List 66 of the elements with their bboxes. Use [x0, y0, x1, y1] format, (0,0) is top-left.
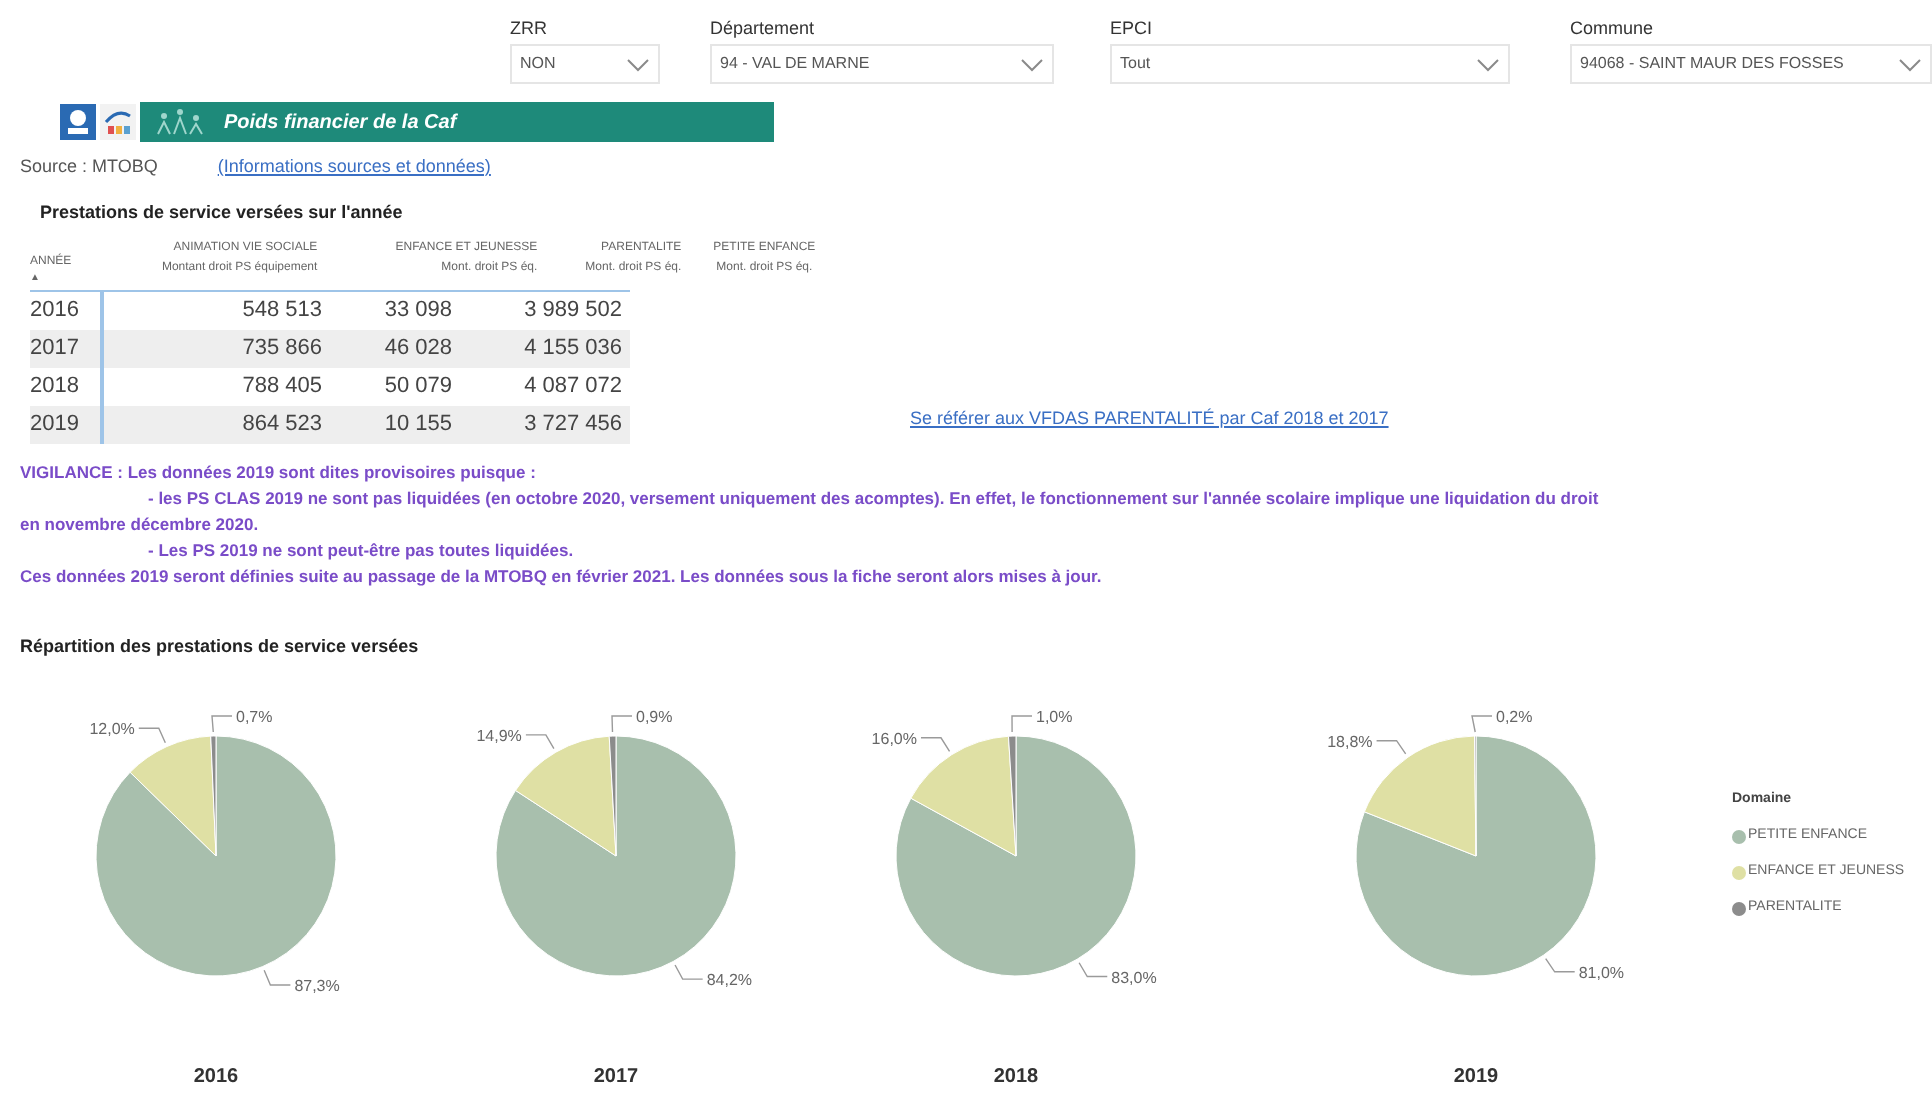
data-label: 83,0% [1111, 967, 1157, 986]
chart-title: 2017 [593, 1063, 639, 1091]
data-label: 1,0% [1036, 707, 1073, 725]
table-cell-text: 788 405 [240, 372, 324, 403]
dropdown[interactable]: NON [510, 44, 660, 84]
leader-line [920, 736, 951, 751]
leader-line [263, 968, 292, 985]
leader-line [1011, 714, 1033, 732]
chevron-down-icon [1020, 57, 1044, 71]
data-label: 14,9% [476, 725, 522, 744]
vfdas-link[interactable]: Se référer aux VFDAS PARENTALITÉ par Caf 2018 et 2017 [910, 405, 1389, 432]
leader-line [1471, 714, 1493, 732]
dropdown[interactable]: 94 - VAL DE MARNE [710, 44, 1054, 84]
data-label: 0,9% [636, 707, 673, 725]
table-cell-text: 548 513 [240, 296, 324, 327]
table-cell-text: 10 155 [382, 410, 454, 441]
chart-title: 2019 [1453, 1063, 1499, 1091]
warning-text: - les PS CLAS 2019 ne sont pas liquidées (en octobre 2020, versement uniquement des acomptes). En effet, le fonctionnement sur l'année scolaire implique une liquidation du droit en novembre décembre 2020. [20, 486, 1601, 538]
leader-line [138, 726, 167, 743]
source-text: Source : MTOBQ [20, 154, 158, 180]
leader-line [1078, 961, 1108, 977]
data-label: 0,7% [236, 707, 273, 725]
sources-link[interactable]: (Informations sources et données) [217, 154, 491, 181]
data-label: 16,0% [871, 728, 917, 747]
dropdown[interactable]: 94068 - SAINT MAUR DES FOSSES [1570, 44, 1932, 84]
filter-label: Commune [1570, 16, 1656, 42]
table-cell-text: 3 989 502 [522, 296, 624, 327]
table-cell-text: 50 079 [382, 372, 454, 403]
table-cell-text: 735 866 [240, 334, 324, 365]
data-label: 0,2% [1496, 707, 1533, 725]
data-label: 18,8% [1327, 731, 1373, 750]
table-title: Prestations de service versées sur l'année [40, 199, 405, 225]
logo-icon [60, 104, 96, 140]
table-cell-text: 4 155 036 [522, 334, 624, 365]
warning-text: VIGILANCE : Les données 2019 sont dites provisoires puisque : [20, 460, 538, 486]
table-cell-text: 4 087 072 [522, 372, 624, 403]
data-label: 12,0% [89, 719, 135, 738]
chevron-down-icon [1476, 57, 1500, 71]
table-cell-text: 3 727 456 [522, 410, 624, 441]
chart-title: 2018 [993, 1063, 1039, 1091]
chevron-down-icon [1898, 57, 1922, 71]
section-title: Répartition des prestations de service versées [20, 634, 421, 660]
chart-title: 2016 [193, 1063, 239, 1091]
data-label: 84,2% [706, 970, 753, 989]
warning-text: - Les PS 2019 ne sont peut-être pas toutes liquidées. [146, 538, 576, 564]
table-cell-text: 46 028 [382, 334, 454, 365]
leader-line [611, 714, 633, 732]
filter-label: Département [710, 16, 817, 42]
warning-text: Ces données 2019 seront définies suite au passage de la MTOBQ en février 2021. Les données sous la fiche seront alors mises à jour. [20, 564, 1104, 590]
table-cell-text: 864 523 [240, 410, 324, 441]
leader-line [1375, 739, 1407, 754]
leader-line [1545, 956, 1576, 972]
banner-title: Poids financier de la Caf [224, 109, 457, 137]
leader-line [211, 714, 233, 732]
data-label: 87,3% [294, 976, 340, 994]
leader-line [674, 963, 704, 979]
logo-icon [100, 104, 136, 140]
dropdown[interactable]: Tout [1110, 44, 1510, 84]
filter-label: ZRR [510, 16, 549, 42]
table-cell: 2019 [30, 406, 104, 444]
table-cell-text: 33 098 [382, 296, 454, 327]
leader-line [525, 733, 555, 749]
data-label: 81,0% [1578, 962, 1625, 981]
chevron-down-icon [626, 57, 650, 71]
filter-label: EPCI [1110, 16, 1155, 42]
figures-icon [152, 106, 208, 138]
